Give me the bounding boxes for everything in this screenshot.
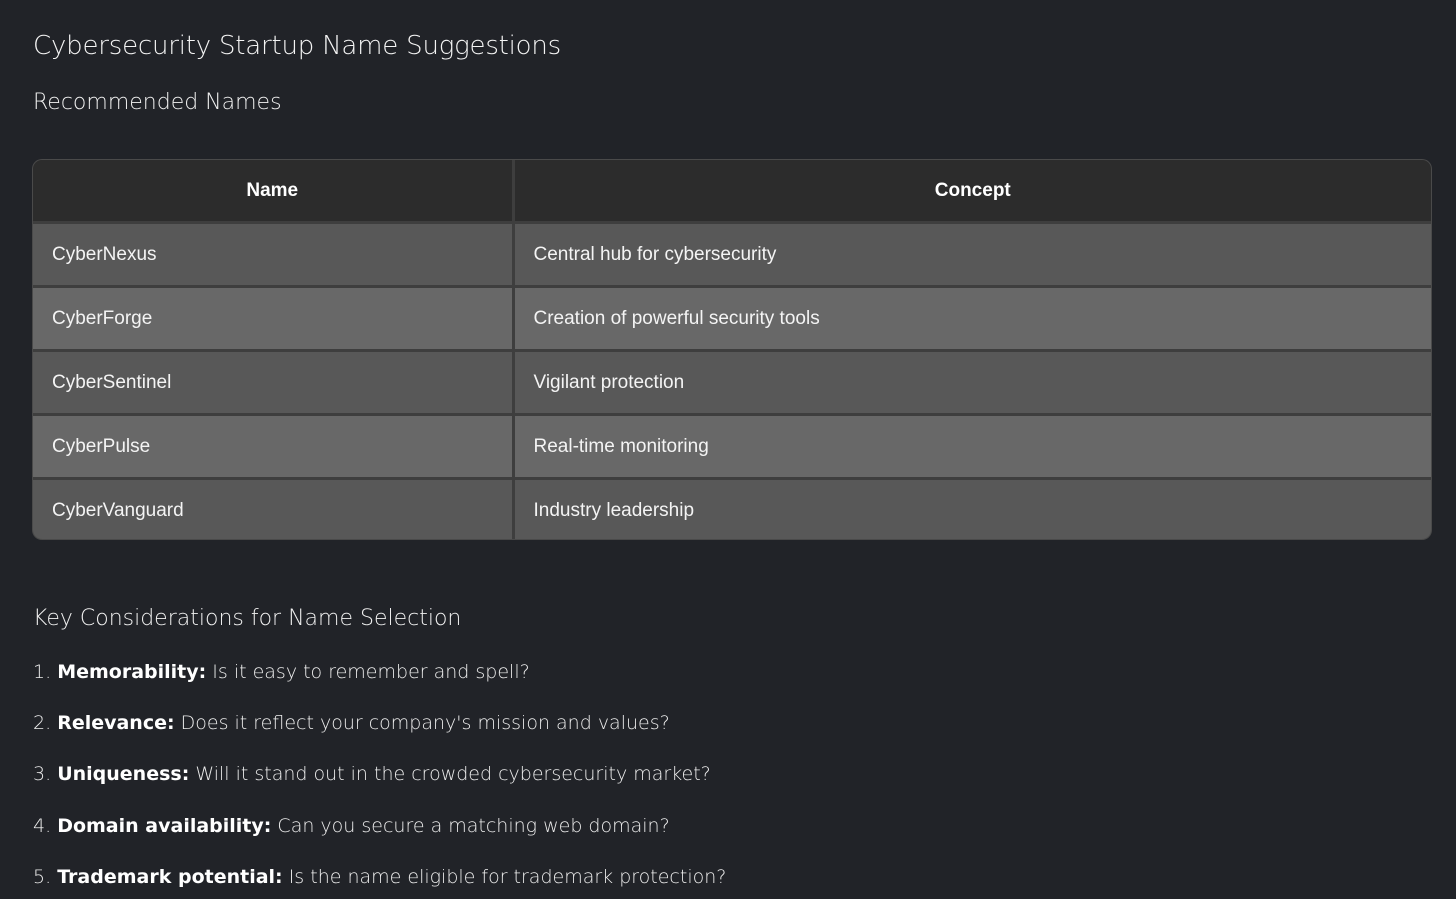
item-text: Is it easy to remember and spell? [212,661,530,683]
consideration-item: 3. Uniqueness: Will it stand out in the … [33,763,711,785]
recommended-names-heading: Recommended Names [33,90,282,115]
table-row: CyberForge Creation of powerful security… [33,286,1431,352]
item-number: 2. [33,712,52,734]
item-label: Uniqueness: [57,763,190,785]
item-number: 4. [33,815,52,837]
consideration-item: 5. Trademark potential: Is the name elig… [33,866,726,888]
item-label: Memorability: [57,661,207,683]
consideration-item: 4. Domain availability: Can you secure a… [33,815,670,837]
consideration-item: 2. Relevance: Does it reflect your compa… [33,712,670,734]
item-number: 1. [33,661,52,683]
concept-cell: Real-time monitoring [513,414,1431,480]
name-cell: CyberNexus [33,222,515,288]
concept-cell: Central hub for cybersecurity [513,222,1431,288]
table-row: CyberVanguard Industry leadership [33,478,1431,539]
item-label: Relevance: [57,712,175,734]
table-row: CyberNexus Central hub for cybersecurity [33,222,1431,288]
column-header-concept: Concept [513,160,1431,224]
consideration-item: 1. Memorability: Is it easy to remember … [33,661,530,683]
names-table-container: Name Concept CyberNexus Central hub for … [33,160,1431,539]
item-number: 3. [33,763,52,785]
item-text: Does it reflect your company's mission a… [180,712,670,734]
name-cell: CyberVanguard [33,478,515,539]
names-table: Name Concept CyberNexus Central hub for … [33,160,1431,539]
column-header-name: Name [33,160,515,224]
item-label: Domain availability: [57,815,272,837]
page-title: Cybersecurity Startup Name Suggestions [33,31,562,61]
item-text: Can you secure a matching web domain? [277,815,670,837]
name-cell: CyberPulse [33,414,515,480]
key-considerations-heading: Key Considerations for Name Selection [33,606,462,631]
table-row: CyberSentinel Vigilant protection [33,350,1431,416]
item-text: Is the name eligible for trademark prote… [288,866,727,888]
concept-cell: Vigilant protection [513,350,1431,416]
name-cell: CyberSentinel [33,350,515,416]
item-text: Will it stand out in the crowded cyberse… [195,763,711,785]
table-row: CyberPulse Real-time monitoring [33,414,1431,480]
item-number: 5. [33,866,52,888]
concept-cell: Creation of powerful security tools [513,286,1431,352]
concept-cell: Industry leadership [513,478,1431,539]
name-cell: CyberForge [33,286,515,352]
table-header-row: Name Concept [33,160,1431,224]
item-label: Trademark potential: [57,866,283,888]
